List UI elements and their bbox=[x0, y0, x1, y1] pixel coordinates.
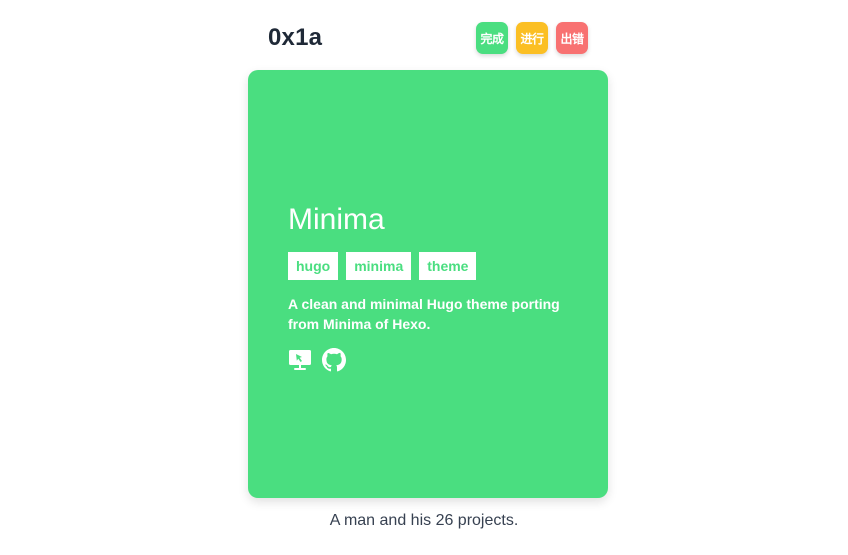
site-title[interactable]: 0x1a bbox=[268, 24, 322, 52]
demo-screen-icon[interactable] bbox=[288, 348, 312, 372]
footer-text: A man and his 26 projects. bbox=[329, 512, 519, 529]
header: 0x1a 完成 进行 出错 bbox=[248, 20, 608, 56]
filter-in-progress-button[interactable]: 进行 bbox=[516, 22, 548, 54]
project-title[interactable]: Minima bbox=[288, 202, 578, 238]
project-card: Minima hugo minima theme A clean and min… bbox=[248, 70, 608, 498]
filter-error-button[interactable]: 出错 bbox=[556, 22, 588, 54]
tag-theme[interactable]: theme bbox=[419, 252, 477, 280]
page: 0x1a 完成 进行 出错 Minima hugo minima theme A… bbox=[0, 0, 848, 555]
github-icon[interactable] bbox=[322, 348, 346, 372]
tag-minima[interactable]: minima bbox=[346, 252, 412, 280]
project-tags: hugo minima theme bbox=[288, 252, 578, 280]
project-description: A clean and minimal Hugo theme porting f… bbox=[288, 296, 560, 332]
project-links bbox=[288, 348, 578, 372]
project-card-content: Minima hugo minima theme A clean and min… bbox=[288, 202, 578, 372]
filter-done-button[interactable]: 完成 bbox=[476, 22, 508, 54]
status-filters: 完成 进行 出错 bbox=[476, 22, 588, 54]
tag-hugo[interactable]: hugo bbox=[288, 252, 339, 280]
